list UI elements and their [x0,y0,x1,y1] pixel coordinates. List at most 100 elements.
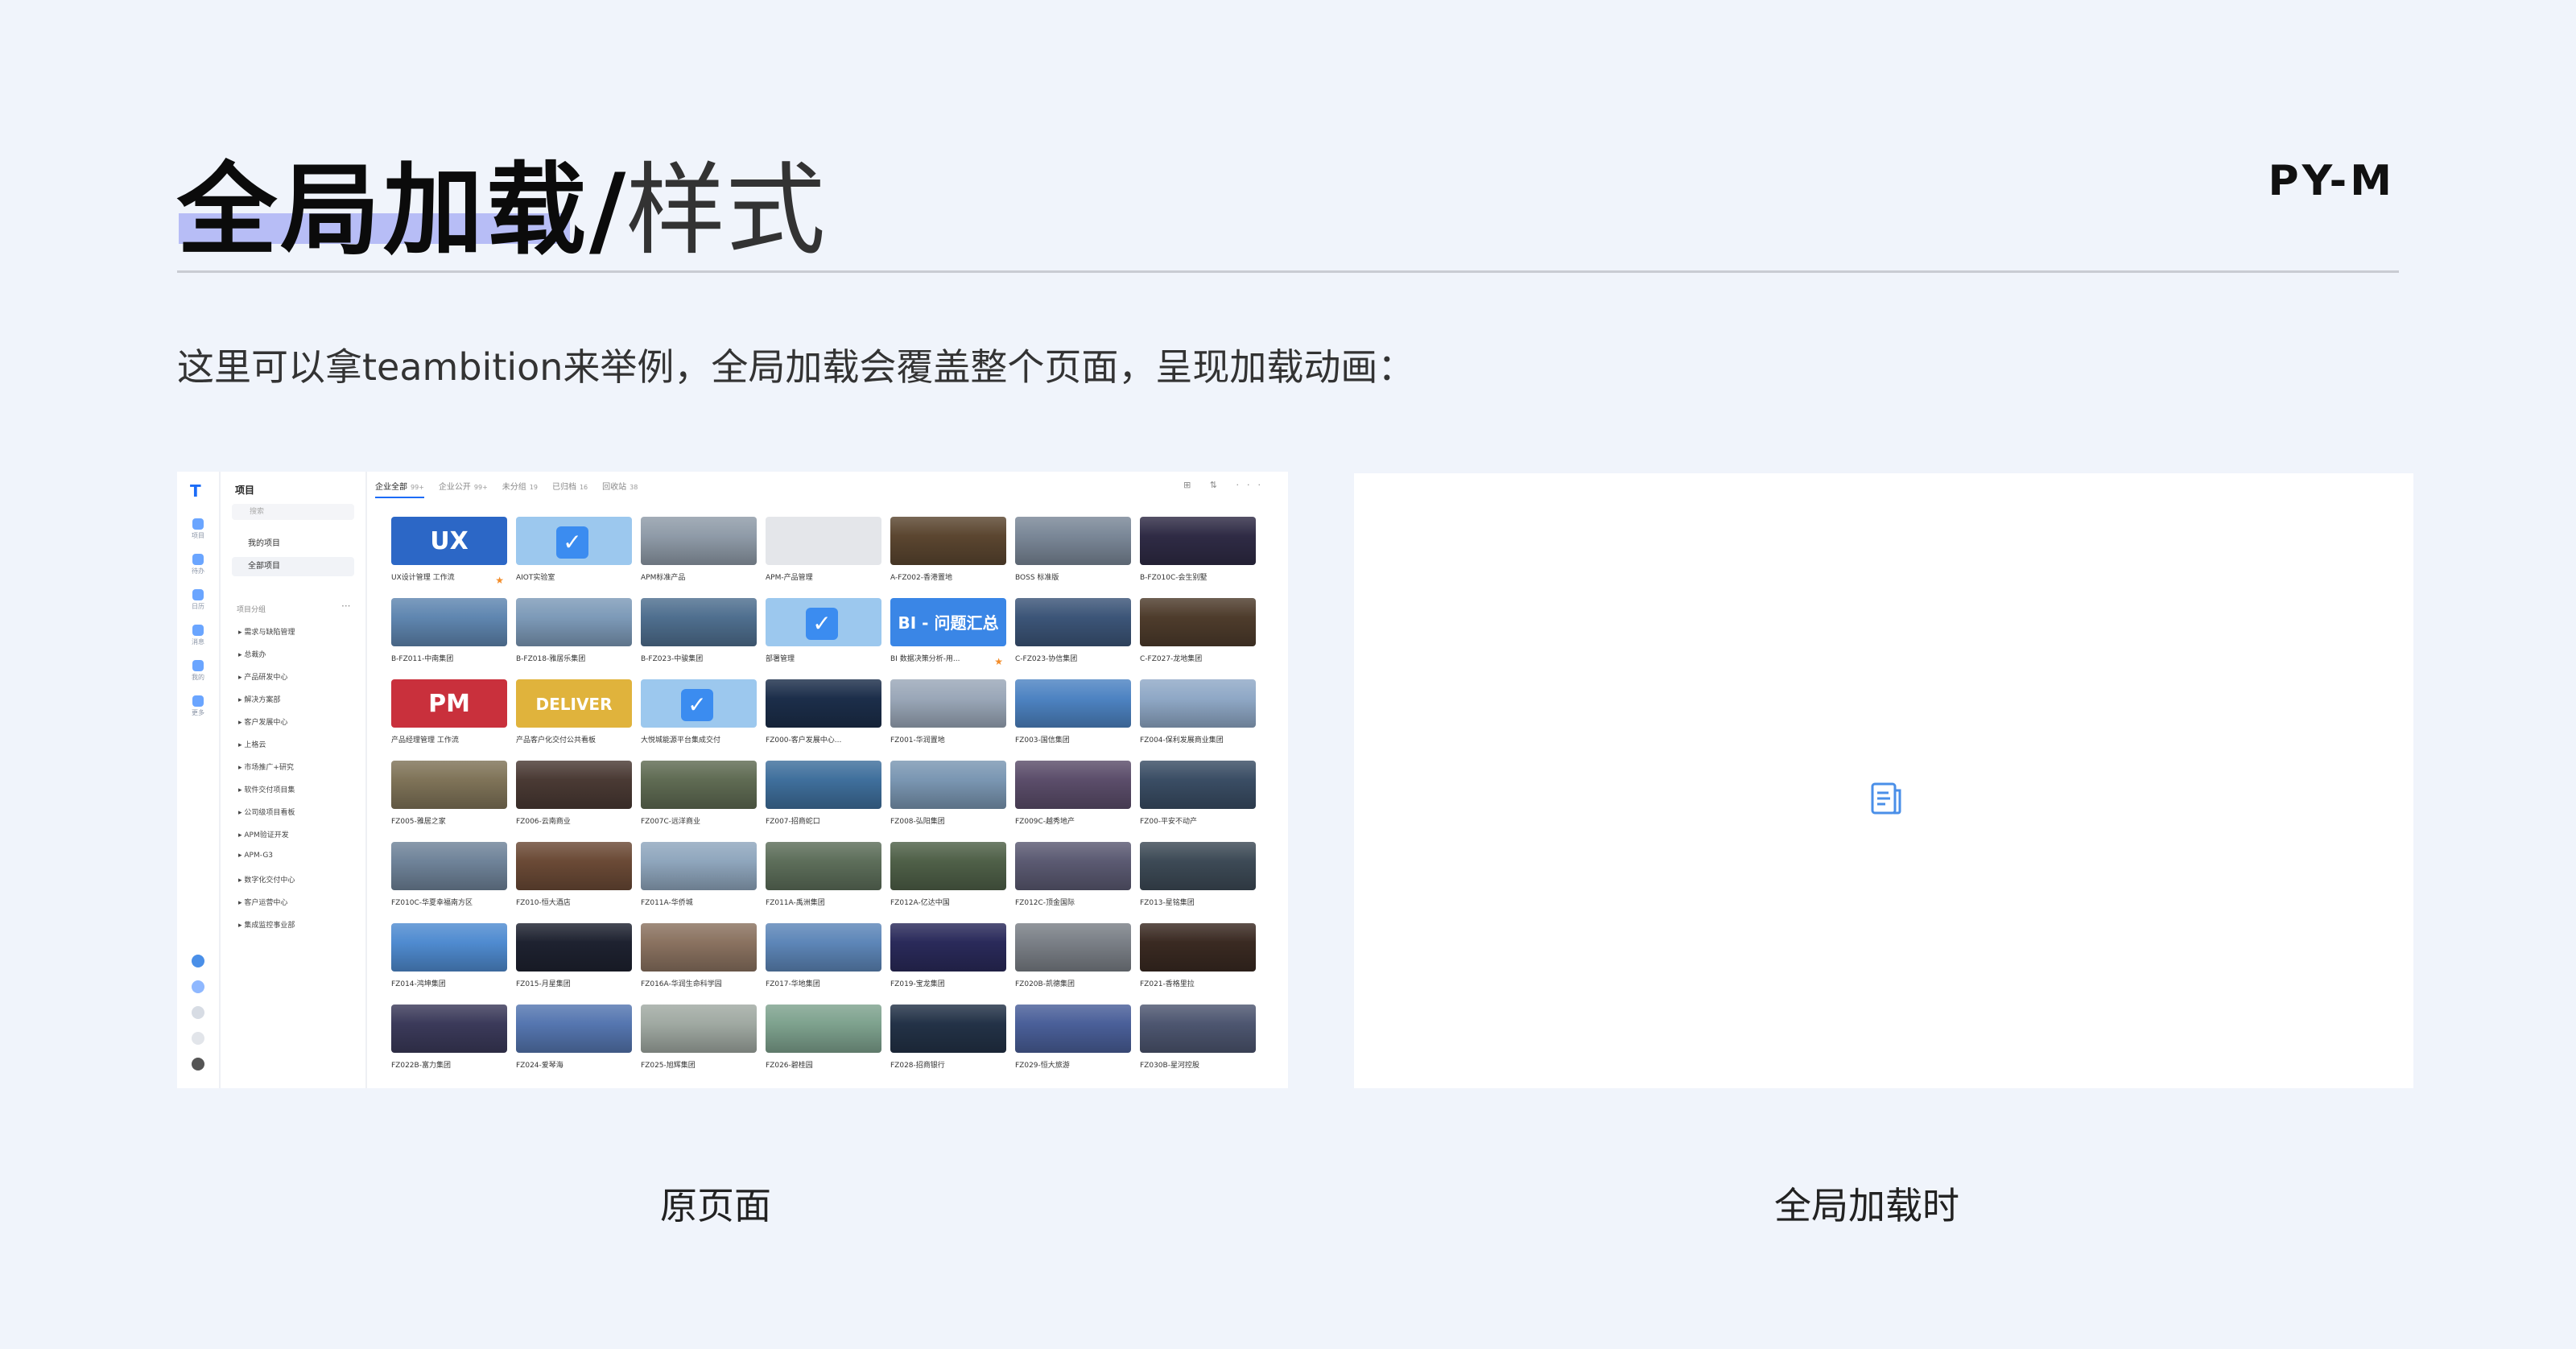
sidebar-category-item[interactable]: ▸ 客户发展中心 [238,716,287,727]
project-card[interactable]: FZ029-恒大旅游 [1015,1005,1131,1079]
tab-count: 19 [529,484,538,491]
project-cover [391,923,507,972]
project-card[interactable]: FZ000-客户发展中心... [766,679,881,753]
sidebar-nav-item[interactable]: 我的项目 [232,534,354,554]
help-icon[interactable] [192,955,204,967]
sidebar-category-item[interactable]: ▸ APM-G3 [238,852,273,860]
tab-item[interactable]: 回收站 38 [602,480,638,492]
rail-item[interactable]: 日历 [185,589,211,611]
project-name: FZ001-华润置地 [890,736,945,745]
star-icon[interactable]: ★ [495,575,504,586]
project-card[interactable]: FZ011A-禹洲集团 [766,842,881,916]
rail-label: 待办 [192,567,204,575]
project-cover: UX [391,517,507,565]
tab-item[interactable]: 企业公开 99+ [439,480,488,492]
project-card[interactable]: FZ009C-越秀地产 [1015,761,1131,835]
project-card[interactable]: A-FZ002-香港置地 [890,517,1006,591]
project-card[interactable]: BI - 问题汇总 BI 数据决策分析-用... ★ [890,598,1006,672]
project-card[interactable]: FZ012C-顶金国际 [1015,842,1131,916]
sidebar-category-item[interactable]: ▸ 上格云 [238,739,266,749]
project-card[interactable]: FZ001-华润置地 [890,679,1006,753]
sidebar-category-item[interactable]: ▸ 解决方案部 [238,694,280,704]
project-card[interactable]: FZ025-旭辉集团 [641,1005,757,1079]
tab-item[interactable]: 已归档 16 [552,480,588,492]
tab-item[interactable]: 未分组 19 [502,480,538,492]
project-card[interactable]: FZ017-华地集团 [766,923,881,997]
project-card[interactable]: B-FZ023-中骏集团 [641,598,757,672]
project-card[interactable]: FZ005-雅居之家 [391,761,507,835]
project-card[interactable]: FZ019-宝龙集团 [890,923,1006,997]
project-card[interactable]: PM 产品经理管理 工作流 [391,679,507,753]
project-card[interactable]: B-FZ011-中南集团 [391,598,507,672]
sidebar-category-item[interactable]: ▸ APM验证开发 [238,829,289,840]
project-cover [766,923,881,972]
project-card[interactable]: FZ010C-华夏幸福南方区 [391,842,507,916]
project-card[interactable]: FZ007-招商蛇口 [766,761,881,835]
project-card[interactable]: FZ010-恒大酒店 [516,842,632,916]
project-card[interactable]: FZ022B-富力集团 [391,1005,507,1079]
history-icon[interactable] [192,1032,204,1045]
project-card[interactable]: FZ016A-华润生命科学园 [641,923,757,997]
project-card[interactable]: FZ012A-亿达中国 [890,842,1006,916]
project-cover [641,923,757,972]
project-card[interactable]: APM标准产品 [641,517,757,591]
project-card[interactable]: FZ020B-凯德集团 [1015,923,1131,997]
project-card[interactable]: FZ004-保利发展商业集团 [1140,679,1256,753]
project-card[interactable]: FZ021-香格里拉 [1140,923,1256,997]
sidebar-category-item[interactable]: ▸ 集成监控事业部 [238,919,295,930]
project-card[interactable]: FZ028-招商银行 [890,1005,1006,1079]
sidebar-category-item[interactable]: ▸ 公司级项目看板 [238,807,295,817]
sidebar-category-item[interactable]: ▸ 总裁办 [238,649,266,659]
project-name: FZ000-客户发展中心... [766,736,842,745]
project-card[interactable]: FZ013-星铭集团 [1140,842,1256,916]
project-card[interactable]: FZ008-弘阳集团 [890,761,1006,835]
sidebar-category-item[interactable]: ▸ 软件交付项目集 [238,784,295,794]
app-rail: T 项目 待办 日历 消息 我的 更多 [177,472,221,1088]
star-icon[interactable]: ★ [994,656,1003,667]
project-card[interactable]: ✓ 大悦城能源平台集成交付 [641,679,757,753]
project-cover [391,842,507,890]
project-cover [516,1005,632,1053]
sidebar-category-item[interactable]: ▸ 数字化交付中心 [238,874,295,885]
tab-item[interactable]: 企业全部 99+ [375,480,424,498]
project-card[interactable]: B-FZ010C-会生别墅 [1140,517,1256,591]
project-card[interactable]: C-FZ023-协信集团 [1015,598,1131,672]
project-card[interactable]: FZ006-云南商业 [516,761,632,835]
more-icon[interactable]: ··· [341,600,350,612]
project-card[interactable]: FZ026-碧桂园 [766,1005,881,1079]
project-card[interactable]: ✓ 部署管理 [766,598,881,672]
sidebar-category-item[interactable]: ▸ 市场推广+研究 [238,761,294,772]
project-card[interactable]: FZ030B-星河控股 [1140,1005,1256,1079]
project-card[interactable]: FZ014-鸿坤集团 [391,923,507,997]
project-card[interactable]: FZ024-爱琴海 [516,1005,632,1079]
view-tools[interactable]: ⊞ ⇅ ··· [1183,480,1269,490]
project-card[interactable]: FZ007C-远洋商业 [641,761,757,835]
search-input[interactable]: 搜索 [232,504,354,520]
project-card[interactable]: DELIVER 产品客户化交付公共看板 [516,679,632,753]
sidebar-category-item[interactable]: ▸ 产品研发中心 [238,671,287,682]
avatar[interactable] [192,1058,204,1071]
rail-item[interactable]: 消息 [185,625,211,646]
project-card[interactable]: C-FZ027-龙地集团 [1140,598,1256,672]
search-icon[interactable] [192,1006,204,1019]
sidebar-nav-item[interactable]: 全部项目 [232,557,354,576]
project-cover [1015,923,1131,972]
rail-item[interactable]: 我的 [185,660,211,682]
project-card[interactable]: B-FZ018-雅居乐集团 [516,598,632,672]
rail-item[interactable]: 待办 [185,554,211,575]
project-card[interactable]: UX UX设计管理 工作流 ★ [391,517,507,591]
project-card[interactable]: APM-产品管理 [766,517,881,591]
project-card[interactable]: FZ003-国信集团 [1015,679,1131,753]
project-card[interactable]: FZ00-平安不动产 [1140,761,1256,835]
project-card[interactable]: FZ011A-华侨城 [641,842,757,916]
rail-item[interactable]: 更多 [185,695,211,717]
sidebar-category-item[interactable]: ▸ 需求与缺陷管理 [238,626,295,637]
project-cover: DELIVER [516,679,632,728]
project-name: A-FZ002-香港置地 [890,574,952,582]
project-card[interactable]: FZ015-月星集团 [516,923,632,997]
project-card[interactable]: BOSS 标准版 [1015,517,1131,591]
notification-icon[interactable] [192,980,204,993]
rail-item[interactable]: 项目 [185,518,211,540]
project-card[interactable]: ✓ AIOT实验室 [516,517,632,591]
sidebar-category-item[interactable]: ▸ 客户运营中心 [238,897,287,907]
